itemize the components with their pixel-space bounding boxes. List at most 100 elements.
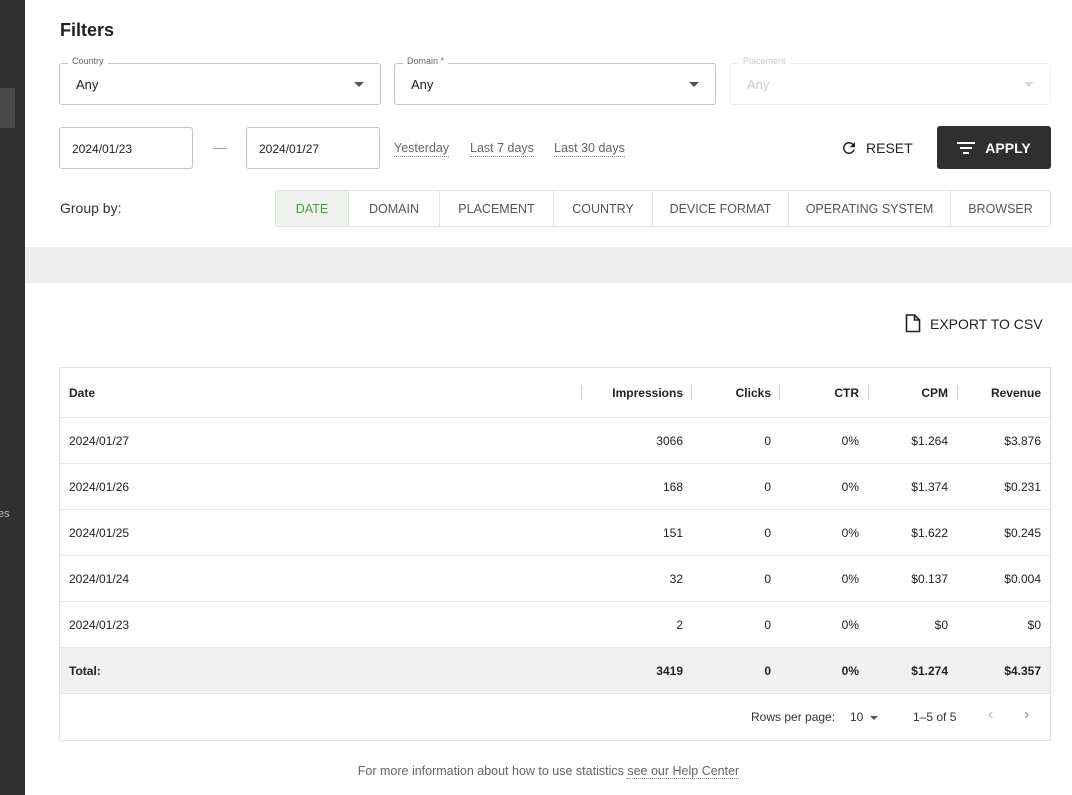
table-pagination: Rows per page: 10 1–5 of 5 ‹ › (60, 694, 1050, 740)
refresh-icon (842, 141, 855, 154)
cell-date: 2024/01/23 (69, 617, 130, 632)
table-row: 2024/01/26 168 0 0% $1.374 $0.231 (60, 464, 1050, 510)
domain-label: Domain * (403, 56, 449, 66)
caret-down-icon (354, 82, 364, 87)
export-csv-button[interactable]: EXPORT TO CSV (905, 314, 1043, 333)
cell-clicks: 0 (764, 479, 771, 494)
country-value: Any (76, 77, 99, 92)
placement-value: Any (747, 77, 770, 92)
group-by-country[interactable]: COUNTRY (554, 191, 653, 226)
filter-icon (957, 141, 976, 154)
quick-range-yesterday[interactable]: Yesterday (394, 141, 450, 157)
help-footer: For more information about how to use st… (25, 764, 1072, 779)
cell-date: 2024/01/27 (69, 433, 130, 448)
group-by-operating-system[interactable]: OPERATING SYSTEM (789, 191, 951, 226)
date-from-value: 2024/01/23 (72, 142, 133, 156)
cell-impressions: 2 (676, 617, 683, 632)
caret-down-icon[interactable] (870, 716, 878, 720)
domain-select[interactable]: Domain * Any (394, 56, 716, 105)
apply-label: APPLY (985, 139, 1031, 156)
column-header-impressions[interactable]: Impressions (583, 368, 683, 417)
group-by-browser[interactable]: BROWSER (951, 191, 1050, 226)
sidebar: es (0, 0, 25, 795)
cell-cpm: $1.374 (911, 479, 948, 494)
apply-button[interactable]: APPLY (937, 126, 1051, 169)
cell-revenue: $0.004 (1004, 571, 1041, 586)
table-row: 2024/01/25 151 0 0% $1.622 $0.245 (60, 510, 1050, 556)
column-separator (779, 385, 780, 400)
rows-per-page-select[interactable]: 10 (850, 710, 863, 724)
cell-ctr: 0% (841, 479, 859, 494)
cell-revenue: $0 (1027, 617, 1041, 632)
cell-date: 2024/01/26 (69, 479, 130, 494)
table-row: 2024/01/27 3066 0 0% $1.264 $3.876 (60, 418, 1050, 464)
reset-button[interactable]: RESET (840, 131, 913, 165)
column-header-date[interactable]: Date (69, 368, 369, 417)
domain-value: Any (411, 77, 434, 92)
column-separator (691, 385, 692, 400)
cell-revenue: $0.231 (1004, 479, 1041, 494)
table-row: 2024/01/23 2 0 0% $0 $0 (60, 602, 1050, 648)
cell-clicks: 0 (764, 617, 771, 632)
file-icon (905, 314, 921, 333)
total-cpm: $1.274 (911, 663, 948, 678)
column-separator (868, 385, 869, 400)
country-select[interactable]: Country Any (59, 56, 381, 105)
column-header-ctr[interactable]: CTR (781, 368, 859, 417)
cell-ctr: 0% (841, 525, 859, 540)
main-content: Filters Country Any Domain * Any Placeme… (25, 0, 1072, 795)
help-center-link[interactable]: see our Help Center (627, 764, 740, 779)
column-header-clicks[interactable]: Clicks (693, 368, 771, 417)
total-label: Total: (69, 663, 101, 678)
group-by-device-format[interactable]: DEVICE FORMAT (653, 191, 789, 226)
group-by-toggle: DATE DOMAIN PLACEMENT COUNTRY DEVICE FOR… (275, 190, 1051, 227)
placement-label: Placement (739, 56, 790, 66)
date-from-input[interactable]: 2024/01/23 (59, 127, 193, 169)
cell-ctr: 0% (841, 617, 859, 632)
chevron-right-icon[interactable]: › (1024, 706, 1029, 724)
cell-revenue: $3.876 (1004, 433, 1041, 448)
column-separator (581, 385, 582, 400)
group-by-label: Group by: (60, 200, 122, 216)
footer-text: For more information about how to use st… (357, 764, 624, 778)
total-clicks: 0 (764, 663, 771, 678)
cell-cpm: $0 (934, 617, 948, 632)
cell-cpm: $1.622 (911, 525, 948, 540)
cell-ctr: 0% (841, 433, 859, 448)
stats-table: Date Impressions Clicks CTR CPM Revenue … (59, 367, 1051, 741)
quick-range-last-30-days[interactable]: Last 30 days (554, 141, 625, 157)
date-to-value: 2024/01/27 (259, 142, 320, 156)
table-row: 2024/01/24 32 0 0% $0.137 $0.004 (60, 556, 1050, 602)
cell-impressions: 32 (669, 571, 683, 586)
column-separator (957, 385, 958, 400)
quick-range-last-7-days[interactable]: Last 7 days (470, 141, 534, 157)
cell-ctr: 0% (841, 571, 859, 586)
reset-label: RESET (866, 140, 913, 156)
column-header-revenue[interactable]: Revenue (959, 368, 1041, 417)
cell-impressions: 3066 (656, 433, 683, 448)
sidebar-active-item[interactable] (0, 88, 15, 128)
cell-date: 2024/01/25 (69, 525, 130, 540)
date-range-separator (213, 148, 227, 149)
total-revenue: $4.357 (1004, 663, 1041, 678)
cell-clicks: 0 (764, 525, 771, 540)
rows-per-page-label: Rows per page: (751, 710, 836, 724)
cell-clicks: 0 (764, 433, 771, 448)
total-impressions: 3419 (656, 663, 683, 678)
total-ctr: 0% (841, 663, 859, 678)
group-by-placement[interactable]: PLACEMENT (440, 191, 554, 226)
chevron-left-icon[interactable]: ‹ (988, 706, 993, 724)
date-to-input[interactable]: 2024/01/27 (246, 127, 380, 169)
column-header-cpm[interactable]: CPM (870, 368, 948, 417)
filters-title: Filters (60, 20, 115, 40)
export-label: EXPORT TO CSV (930, 315, 1043, 332)
caret-down-icon (1024, 82, 1034, 87)
sidebar-item-label[interactable]: es (0, 508, 10, 520)
placement-select: Placement Any (730, 56, 1051, 105)
country-label: Country (68, 56, 108, 66)
group-by-date[interactable]: DATE (276, 191, 349, 226)
cell-revenue: $0.245 (1004, 525, 1041, 540)
group-by-domain[interactable]: DOMAIN (349, 191, 440, 226)
section-divider (25, 247, 1072, 283)
cell-date: 2024/01/24 (69, 571, 130, 586)
